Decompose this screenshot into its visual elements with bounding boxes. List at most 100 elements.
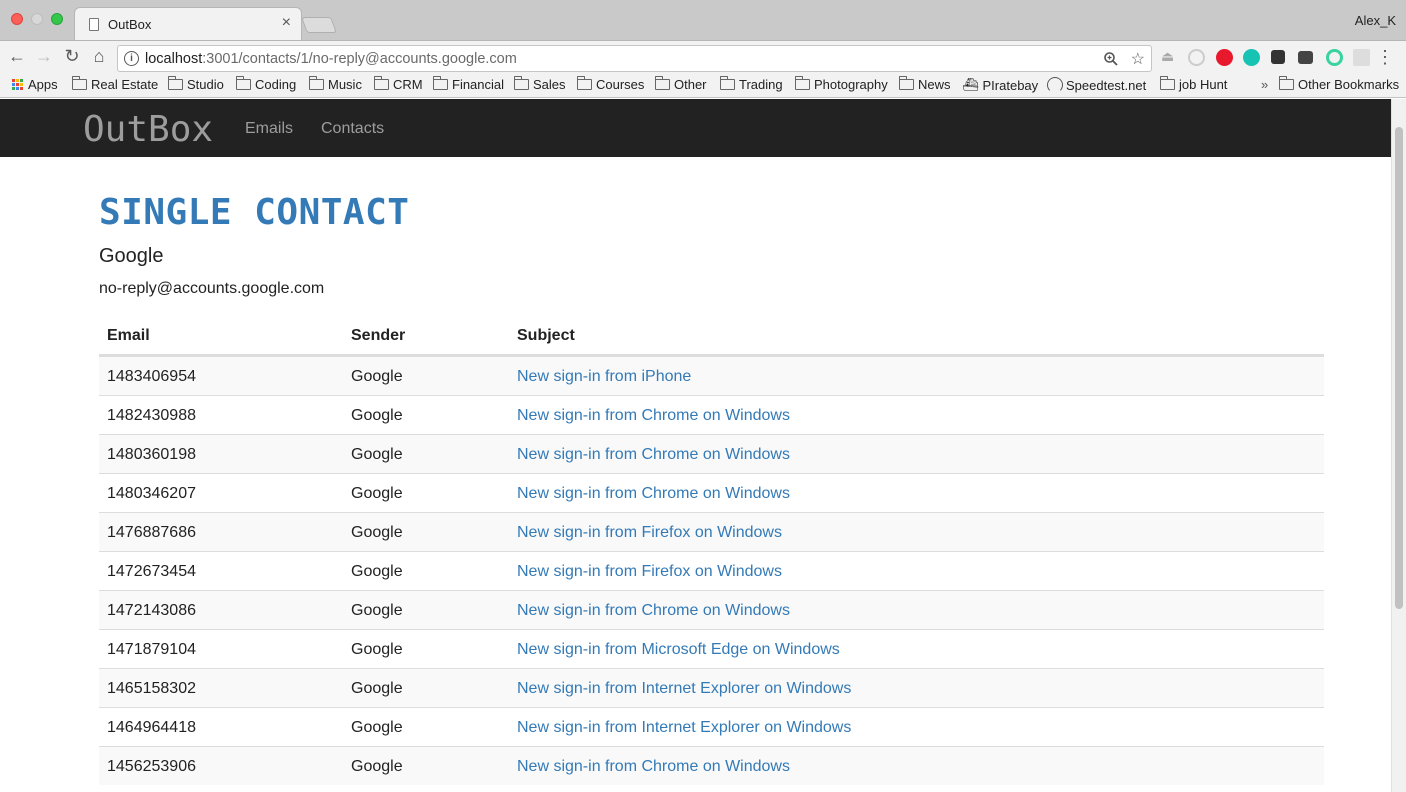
folder-icon [720, 76, 735, 90]
bookmarks-overflow-chevron[interactable]: » [1261, 77, 1268, 92]
pocket-icon[interactable] [1298, 51, 1313, 64]
subject-link[interactable]: New sign-in from Chrome on Windows [517, 758, 790, 776]
bookmark-other[interactable]: Other [655, 76, 707, 92]
new-tab-button[interactable] [301, 17, 337, 33]
document-icon [89, 18, 99, 31]
subject-link[interactable]: New sign-in from Internet Explorer on Wi… [517, 680, 851, 698]
extension-m-icon[interactable] [1243, 49, 1260, 66]
scrollbar-thumb[interactable] [1395, 127, 1403, 609]
table-row: 1472673454 Google New sign-in from Firef… [99, 551, 1324, 590]
profile-name[interactable]: Alex_K [1355, 13, 1396, 28]
table-row: 1480346207 Google New sign-in from Chrom… [99, 473, 1324, 512]
bookmark-star-icon[interactable]: ☆ [1131, 49, 1145, 69]
folder-icon [577, 76, 592, 90]
brand-logo[interactable]: OutBox [83, 109, 213, 150]
info-icon[interactable]: i [124, 51, 139, 66]
subject-link[interactable]: New sign-in from Chrome on Windows [517, 485, 790, 503]
browser-titlebar: OutBox × Alex_K [0, 0, 1406, 40]
subject-link[interactable]: New sign-in from Firefox on Windows [517, 563, 782, 581]
bookmark-coding[interactable]: Coding [236, 76, 296, 92]
table-row: 1465158302 Google New sign-in from Inter… [99, 668, 1324, 707]
bookmark-other-bookmarks[interactable]: Other Bookmarks [1279, 76, 1399, 92]
table-row: 1464964418 Google New sign-in from Inter… [99, 707, 1324, 746]
sender-cell: Google [351, 446, 403, 463]
bookmark-apps[interactable]: Apps [12, 77, 58, 92]
subject-link[interactable]: New sign-in from Internet Explorer on Wi… [517, 719, 851, 737]
drive-icon[interactable]: ⏏ [1161, 48, 1178, 65]
folder-icon [899, 76, 914, 90]
home-icon[interactable]: ⌂ [88, 46, 110, 67]
bookmark-job-hunt[interactable]: job Hunt [1160, 76, 1227, 92]
speedometer-icon [1047, 77, 1063, 93]
subject-link[interactable]: New sign-in from Chrome on Windows [517, 446, 790, 464]
folder-icon [514, 76, 529, 90]
bookmark-studio[interactable]: Studio [168, 76, 224, 92]
folder-icon [168, 76, 183, 90]
email-id-cell: 1482430988 [107, 407, 196, 424]
email-id-cell: 1471879104 [107, 641, 196, 658]
sender-cell: Google [351, 758, 403, 775]
folder-icon [1160, 76, 1175, 90]
maximize-window-button[interactable] [51, 13, 63, 25]
bookmark-music[interactable]: Music [309, 76, 362, 92]
browser-tab[interactable]: OutBox × [74, 7, 302, 40]
bookmark-courses[interactable]: Courses [577, 76, 644, 92]
email-id-cell: 1483406954 [107, 368, 196, 385]
folder-icon [374, 76, 389, 90]
minimize-window-button[interactable] [31, 13, 43, 25]
subject-link[interactable]: New sign-in from Firefox on Windows [517, 524, 782, 542]
table-row: 1472143086 Google New sign-in from Chrom… [99, 590, 1324, 629]
extension-sync-icon[interactable] [1188, 49, 1205, 66]
nav-link-contacts[interactable]: Contacts [321, 120, 384, 138]
subject-link[interactable]: New sign-in from iPhone [517, 368, 691, 386]
pirate-ship-icon: ⛴ [962, 77, 979, 92]
email-id-cell: 1472673454 [107, 563, 196, 580]
back-arrow-icon[interactable]: ← [6, 46, 28, 67]
tab-close-icon[interactable]: × [282, 14, 291, 32]
sender-cell: Google [351, 602, 403, 619]
table-row: 1483406954 Google New sign-in from iPhon… [99, 356, 1324, 395]
bookmark-news[interactable]: News [899, 76, 951, 92]
bookmark-piratebay[interactable]: ⛴ PIratebay [962, 77, 1038, 93]
folder-icon [1279, 76, 1294, 90]
url-text[interactable]: localhost:3001/contacts/1/no-reply@accou… [145, 51, 517, 67]
reload-icon[interactable]: ↻ [61, 46, 83, 67]
bookmark-photography[interactable]: Photography [795, 76, 888, 92]
bookmark-crm[interactable]: CRM [374, 76, 423, 92]
contact-email: no-reply@accounts.google.com [99, 280, 325, 297]
email-id-cell: 1465158302 [107, 680, 196, 697]
opera-icon[interactable] [1216, 49, 1233, 66]
subject-link[interactable]: New sign-in from Chrome on Windows [517, 602, 790, 620]
address-bar[interactable]: i localhost:3001/contacts/1/no-reply@acc… [117, 45, 1152, 72]
email-id-cell: 1464964418 [107, 719, 196, 736]
evernote-icon[interactable] [1271, 50, 1285, 64]
column-header-subject: Subject [517, 327, 575, 344]
email-id-cell: 1480346207 [107, 485, 196, 502]
table-body: 1483406954 Google New sign-in from iPhon… [99, 356, 1324, 785]
column-header-email: Email [107, 327, 150, 344]
forward-arrow-icon[interactable]: → [33, 46, 55, 67]
bookmark-financial[interactable]: Financial [433, 76, 504, 92]
bookmark-trading[interactable]: Trading [720, 76, 783, 92]
sender-cell: Google [351, 641, 403, 658]
subject-link[interactable]: New sign-in from Chrome on Windows [517, 407, 790, 425]
bookmark-sales[interactable]: Sales [514, 76, 566, 92]
zoom-icon[interactable] [1103, 51, 1119, 67]
sender-cell: Google [351, 368, 403, 385]
page-scrollbar[interactable] [1391, 99, 1406, 792]
app-navbar: OutBox Emails Contacts [0, 99, 1391, 157]
bookmark-real-estate[interactable]: Real Estate [72, 76, 158, 92]
emails-table: Email Sender Subject 1483406954 Google N… [99, 316, 1324, 785]
close-window-button[interactable] [11, 13, 23, 25]
extension-grid-icon[interactable] [1353, 49, 1370, 66]
subject-link[interactable]: New sign-in from Microsoft Edge on Windo… [517, 641, 840, 659]
menu-icon[interactable]: ⋮ [1376, 47, 1394, 68]
email-id-cell: 1480360198 [107, 446, 196, 463]
page-title: SINGLE CONTACT [99, 192, 410, 233]
apps-grid-icon [12, 79, 23, 90]
nav-link-emails[interactable]: Emails [245, 120, 293, 138]
folder-icon [655, 76, 670, 90]
contact-name: Google [99, 245, 164, 267]
bookmark-speedtest[interactable]: Speedtest.net [1047, 77, 1146, 93]
extension-ring-icon[interactable] [1326, 49, 1343, 66]
